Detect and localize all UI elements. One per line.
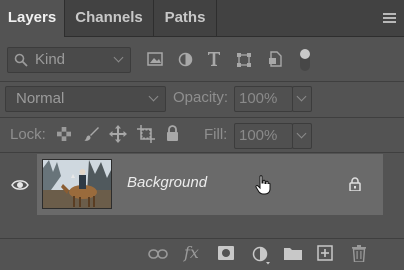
chevron-down-icon [296, 128, 307, 139]
chevron-down-icon [148, 91, 159, 102]
chevron-down-icon [296, 91, 307, 102]
divider [0, 117, 404, 118]
lock-artboard-icon[interactable] [137, 125, 155, 143]
horse-rider-thumbnail-image [43, 160, 111, 208]
tab-bar: Layers Channels Paths [0, 0, 404, 37]
lock-transparent-pixels-icon[interactable] [57, 127, 71, 141]
new-layer-icon[interactable] [317, 245, 333, 261]
layer-thumbnail [42, 159, 112, 209]
blend-mode-select[interactable]: Normal [5, 86, 166, 112]
opacity-label: Opacity: [173, 89, 229, 106]
type-filter-icon[interactable] [207, 51, 221, 67]
tab-paths[interactable]: Paths [154, 0, 216, 36]
lock-all-icon[interactable] [166, 125, 179, 141]
chevron-down-icon [113, 52, 124, 63]
add-mask-icon[interactable] [218, 246, 234, 260]
lock-image-pixels-icon[interactable] [84, 126, 100, 142]
hand-cursor-icon [255, 175, 271, 195]
opacity-dropdown-button[interactable] [292, 86, 312, 112]
layer-row-background[interactable]: Background [37, 154, 383, 215]
bottom-toolbar: fx [0, 238, 404, 270]
filter-kind-select[interactable]: Kind [7, 47, 131, 73]
layers-panel: Layers Channels Paths Kind Normal Opacit… [0, 0, 404, 270]
tab-divider [216, 0, 217, 36]
lock-label: Lock: [10, 126, 46, 143]
link-layers-icon[interactable] [148, 248, 168, 260]
blend-mode-value: Normal [16, 90, 65, 107]
layer-lock-icon [349, 177, 361, 191]
adjustment-layer-icon[interactable] [252, 246, 272, 266]
search-icon [14, 53, 28, 67]
delete-layer-icon[interactable] [352, 245, 366, 262]
shape-filter-icon[interactable] [236, 52, 252, 68]
fx-icon[interactable]: fx [184, 243, 199, 262]
fill-dropdown-button[interactable] [292, 123, 312, 149]
lock-position-icon[interactable] [109, 125, 127, 143]
fill-value: 100% [239, 127, 278, 144]
layer-name[interactable]: Background [127, 174, 207, 191]
panel-menu-icon[interactable] [383, 13, 396, 23]
filter-kind-value: Kind [35, 51, 66, 68]
new-group-icon[interactable] [284, 247, 302, 260]
opacity-value: 100% [239, 90, 278, 107]
fill-input[interactable]: 100% [234, 123, 293, 149]
opacity-input[interactable]: 100% [234, 86, 293, 112]
divider [0, 152, 404, 153]
smart-object-filter-icon[interactable] [268, 51, 282, 67]
image-filter-icon[interactable] [147, 52, 163, 66]
filter-toggle-icon[interactable] [298, 47, 312, 73]
fill-label: Fill: [204, 126, 228, 143]
tab-layers[interactable]: Layers [0, 0, 64, 37]
eye-icon[interactable] [11, 179, 29, 191]
divider [0, 81, 404, 82]
adjustment-filter-icon[interactable] [178, 52, 193, 67]
tab-channels[interactable]: Channels [65, 0, 153, 36]
